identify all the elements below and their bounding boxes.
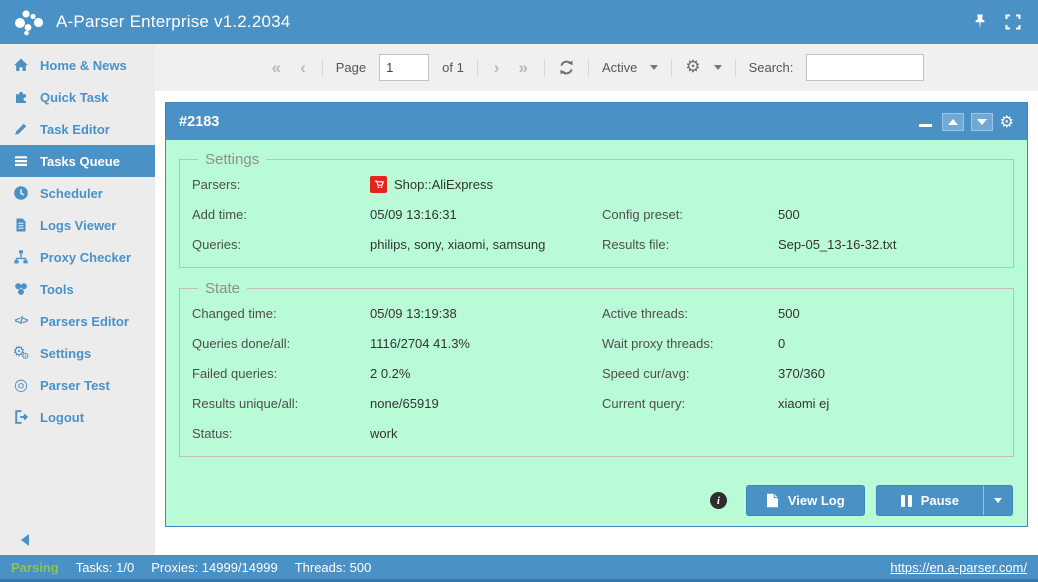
sidebar: Home & News Quick Task Task Editor Tasks… <box>0 44 155 555</box>
view-log-button[interactable]: View Log <box>746 485 865 516</box>
sidebar-item-tools[interactable]: Tools <box>0 273 155 305</box>
puzzle-icon <box>12 89 30 105</box>
toolbar-separator <box>322 59 323 77</box>
page-label: Page <box>336 60 366 75</box>
state-row: Results unique/all: none/65919 Current q… <box>192 388 1001 418</box>
pause-split-button: Pause <box>876 485 1013 516</box>
gears-icon: ⚙⚙ <box>12 345 30 362</box>
pencil-icon <box>12 121 30 137</box>
code-icon: </> <box>12 315 30 327</box>
threads-count: Threads: 500 <box>295 560 372 575</box>
toolbar-separator <box>588 59 589 77</box>
sidebar-item-task-editor[interactable]: Task Editor <box>0 113 155 145</box>
home-icon <box>12 57 30 73</box>
collapse-panel-icon[interactable] <box>919 124 932 127</box>
a-parser-logo-icon <box>12 6 46 38</box>
fullscreen-icon[interactable] <box>1004 13 1022 31</box>
toolbar-separator <box>671 59 672 77</box>
task-panel-header: #2183 ⚙ <box>166 103 1027 140</box>
state-row: Failed queries: 2 0.2% Speed cur/avg: 37… <box>192 358 1001 388</box>
parsing-status: Parsing <box>11 560 59 575</box>
list-icon <box>12 153 30 169</box>
tasks-count: Tasks: 1/0 <box>76 560 135 575</box>
task-panel: #2183 ⚙ Settings Parsers: <box>165 102 1028 527</box>
search-input[interactable] <box>806 54 924 81</box>
bullseye-icon: ◎ <box>12 377 30 393</box>
app-window: A-Parser Enterprise v1.2.2034 Home & New… <box>0 0 1038 582</box>
gear-dropdown-arrow[interactable] <box>714 65 722 70</box>
next-page-button[interactable]: › <box>491 59 503 76</box>
page-count-label: of 1 <box>442 60 464 75</box>
prev-page-button[interactable]: ‹ <box>297 59 309 76</box>
state-fieldset: State Changed time: 05/09 13:19:38 Activ… <box>179 280 1014 457</box>
clock-icon <box>12 185 30 201</box>
settings-fieldset: Settings Parsers: Shop::AliExpress <box>179 151 1014 268</box>
last-page-button[interactable]: » <box>515 59 530 76</box>
pause-icon <box>901 495 912 507</box>
filter-selected-label[interactable]: Active <box>602 60 637 75</box>
logout-icon <box>12 409 30 425</box>
settings-row: Parsers: Shop::AliExpress <box>192 169 1001 199</box>
settings-row: Add time: 05/09 13:16:31 Config preset: … <box>192 199 1001 229</box>
sidebar-item-proxy-checker[interactable]: Proxy Checker <box>0 241 155 273</box>
first-page-button[interactable]: « <box>269 59 284 76</box>
parser-name: Shop::AliExpress <box>394 177 493 192</box>
task-settings-gear-icon[interactable]: ⚙ <box>1000 114 1014 130</box>
status-bar: Parsing Tasks: 1/0 Proxies: 14999/14999 … <box>0 555 1038 582</box>
settings-row: Queries: philips, sony, xiaomi, samsung … <box>192 229 1001 259</box>
sidebar-item-parser-test[interactable]: ◎ Parser Test <box>0 369 155 401</box>
app-title: A-Parser Enterprise v1.2.2034 <box>56 12 290 32</box>
toolbar-separator <box>477 59 478 77</box>
state-legend: State <box>198 280 247 297</box>
toolbar-gear-icon[interactable]: ⚙ <box>685 59 700 76</box>
app-header: A-Parser Enterprise v1.2.2034 <box>0 0 1038 44</box>
up-arrow-icon <box>948 119 958 125</box>
sidebar-item-scheduler[interactable]: Scheduler <box>0 177 155 209</box>
balls-icon <box>12 281 30 297</box>
settings-legend: Settings <box>198 151 266 168</box>
sidebar-item-logs-viewer[interactable]: Logs Viewer <box>0 209 155 241</box>
sitemap-icon <box>12 249 30 265</box>
state-row: Changed time: 05/09 13:19:38 Active thre… <box>192 298 1001 328</box>
sidebar-item-logout[interactable]: Logout <box>0 401 155 433</box>
task-actions: i View Log Pause <box>179 481 1014 518</box>
sidebar-item-home-news[interactable]: Home & News <box>0 49 155 81</box>
document-icon <box>12 217 30 233</box>
move-down-button[interactable] <box>971 113 993 131</box>
move-up-button[interactable] <box>942 113 964 131</box>
pause-dropdown-arrow[interactable] <box>983 486 1012 515</box>
pause-button[interactable]: Pause <box>877 486 983 515</box>
tasks-toolbar: « ‹ Page of 1 › » Active ⚙ <box>155 44 1038 91</box>
tasks-area: #2183 ⚙ Settings Parsers: <box>155 91 1038 555</box>
shop-cart-icon <box>370 176 387 193</box>
refresh-icon[interactable] <box>558 59 575 76</box>
filter-dropdown-arrow[interactable] <box>650 65 658 70</box>
search-label: Search: <box>749 60 794 75</box>
info-icon[interactable]: i <box>710 492 727 509</box>
toolbar-separator <box>544 59 545 77</box>
toolbar-separator <box>735 59 736 77</box>
task-id: #2183 <box>179 114 219 130</box>
sidebar-item-settings[interactable]: ⚙⚙ Settings <box>0 337 155 369</box>
log-file-icon <box>766 493 779 508</box>
sidebar-item-tasks-queue[interactable]: Tasks Queue <box>0 145 155 177</box>
down-arrow-icon <box>977 119 987 125</box>
pin-icon[interactable] <box>971 13 989 31</box>
task-panel-body: Settings Parsers: Shop::AliExpress <box>166 140 1027 526</box>
state-row: Queries done/all: 1116/2704 41.3% Wait p… <box>192 328 1001 358</box>
a-parser-site-link[interactable]: https://en.a-parser.com/ <box>890 560 1027 575</box>
sidebar-item-quick-task[interactable]: Quick Task <box>0 81 155 113</box>
state-row: Status: work <box>192 418 1001 448</box>
sidebar-collapse-button[interactable] <box>21 534 29 546</box>
proxies-count: Proxies: 14999/14999 <box>151 560 277 575</box>
sidebar-item-parsers-editor[interactable]: </> Parsers Editor <box>0 305 155 337</box>
page-input[interactable] <box>379 54 429 81</box>
